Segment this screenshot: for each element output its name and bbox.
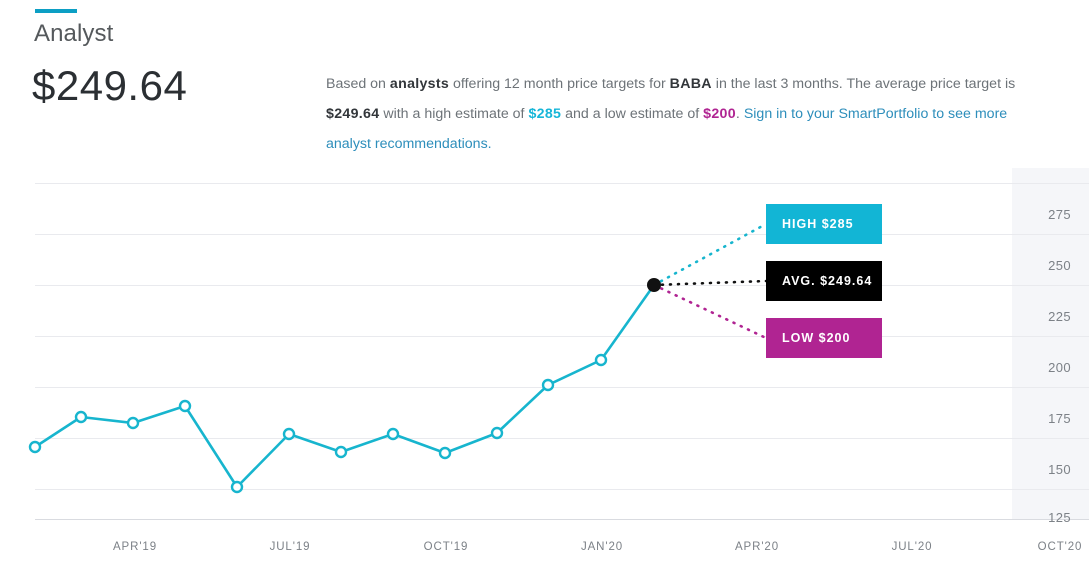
- projection-avg-line: [652, 279, 768, 287]
- desc-seg-5: and a low estimate of: [561, 106, 704, 122]
- analyst-price-target-panel: Analyst $249.64 Based on analysts offeri…: [0, 0, 1089, 575]
- desc-seg-2: offering 12 month price targets for: [449, 76, 670, 92]
- y-tick-225: 225: [1048, 309, 1071, 324]
- desc-seg-6: .: [735, 106, 744, 122]
- x-tick-oct19: OCT'19: [423, 541, 469, 553]
- desc-seg-3: in the last 3 months. The average price …: [711, 76, 1016, 92]
- price-target-chart: 275 250 225 200 175 150 125 APR'19 JUL'1…: [0, 168, 1089, 575]
- x-tick-oct20: OCT'20: [1037, 541, 1083, 553]
- desc-analysts-bold: analysts: [389, 76, 450, 92]
- y-tick-175: 175: [1048, 411, 1071, 426]
- x-tick-jul20: JUL'20: [891, 541, 933, 553]
- desc-seg-4: with a high estimate of: [379, 106, 529, 122]
- y-tick-150: 150: [1048, 462, 1071, 477]
- desc-ticker-bold: BABA: [669, 76, 712, 92]
- x-tick-apr19: APR'19: [112, 541, 158, 553]
- page-title: Analyst: [34, 20, 114, 47]
- gridlines: [35, 183, 1089, 490]
- projection-high-line: [652, 222, 768, 287]
- x-tick-apr20: APR'20: [734, 541, 780, 553]
- x-tick-jul19: JUL'19: [269, 541, 311, 553]
- current-price-point: [647, 278, 661, 292]
- y-tick-125: 125: [1048, 510, 1071, 525]
- description-text: Based on analysts offering 12 month pric…: [326, 69, 1056, 159]
- y-tick-275: 275: [1048, 207, 1071, 222]
- price-history-markers: [28, 353, 608, 494]
- average-price-target-value: $249.64: [32, 62, 188, 109]
- projection-low-line: [652, 283, 768, 340]
- accent-bar: [35, 9, 77, 13]
- x-tick-jan20: JAN'20: [580, 541, 624, 553]
- y-tick-250: 250: [1048, 258, 1071, 273]
- desc-high-value: $285: [528, 106, 562, 122]
- desc-average-value: $249.64: [326, 106, 380, 122]
- callout-high[interactable]: HIGH $285: [766, 204, 882, 244]
- desc-seg-1: Based on: [326, 76, 390, 92]
- callout-avg[interactable]: AVG. $249.64: [766, 261, 882, 301]
- callout-low[interactable]: LOW $200: [766, 318, 882, 358]
- desc-low-value: $200: [703, 106, 736, 122]
- y-tick-200: 200: [1048, 360, 1071, 375]
- chart-canvas: [28, 168, 1089, 520]
